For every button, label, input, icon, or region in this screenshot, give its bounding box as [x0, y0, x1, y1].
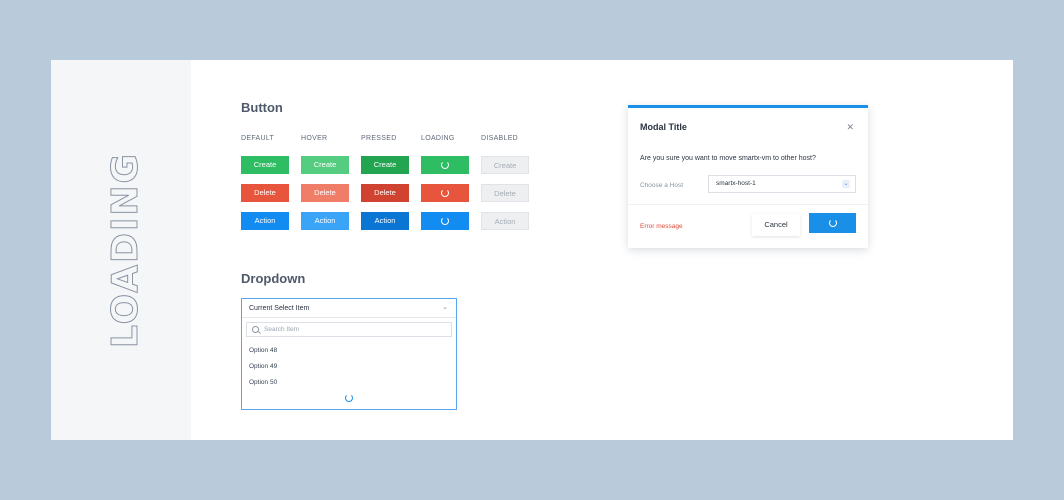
sidebar: LOADING [51, 60, 191, 440]
chevron-down-icon: ⌄ [842, 180, 850, 188]
dropdown-section-title: Dropdown [241, 271, 306, 286]
close-icon[interactable]: ✕ [846, 122, 854, 133]
dropdown-trigger[interactable]: Current Select Item ⌄ [242, 299, 456, 318]
modal-question: Are you sure you want to move smartx-vm … [640, 155, 816, 162]
col-head-pressed: PRESSED [361, 135, 397, 142]
create-button-loading[interactable] [421, 156, 469, 174]
search-icon [252, 326, 259, 333]
create-button-disabled: Create [481, 156, 529, 174]
col-head-hover: HOVER [301, 135, 328, 142]
search-placeholder: Search Item [264, 326, 300, 333]
spinner-icon [441, 217, 449, 226]
col-head-disabled: DISABLED [481, 135, 519, 142]
dropdown-option[interactable]: Option 49 [249, 363, 277, 370]
dropdown-current: Current Select Item [249, 305, 310, 312]
spinner-icon [828, 218, 837, 227]
dropdown-option[interactable]: Option 48 [249, 347, 277, 354]
host-select[interactable]: smartx-host-1 ⌄ [708, 175, 856, 193]
host-select-value: smartx-host-1 [716, 180, 756, 187]
delete-button-default[interactable]: Delete [241, 184, 289, 202]
button-section-title: Button [241, 100, 283, 115]
error-message: Error message [640, 223, 683, 230]
action-button-default[interactable]: Action [241, 212, 289, 230]
delete-button-pressed[interactable]: Delete [361, 184, 409, 202]
dropdown: Current Select Item ⌄ Search Item Option… [241, 298, 457, 410]
action-button-hover[interactable]: Action [301, 212, 349, 230]
modal-title: Modal Title [640, 122, 687, 132]
confirm-button-loading[interactable] [809, 213, 856, 233]
delete-button-loading[interactable] [421, 184, 469, 202]
delete-button-disabled: Delete [481, 184, 529, 202]
delete-button-hover[interactable]: Delete [301, 184, 349, 202]
create-button-hover[interactable]: Create [301, 156, 349, 174]
host-label: Choose a Host [640, 182, 683, 189]
vertical-label-text: LOADING [105, 152, 146, 348]
action-button-disabled: Action [481, 212, 529, 230]
col-head-loading: LOADING [421, 135, 455, 142]
action-button-pressed[interactable]: Action [361, 212, 409, 230]
loading-spinner-icon [345, 394, 353, 402]
create-button-default[interactable]: Create [241, 156, 289, 174]
content-card: LOADING Button DEFAULT HOVER PRESSED LOA… [51, 60, 1013, 440]
action-button-loading[interactable] [421, 212, 469, 230]
cancel-button[interactable]: Cancel [752, 214, 800, 236]
create-button-pressed[interactable]: Create [361, 156, 409, 174]
spinner-icon [441, 161, 449, 170]
chevron-down-icon: ⌄ [442, 304, 448, 311]
modal-dialog: Modal Title ✕ Are you sure you want to m… [628, 105, 868, 248]
modal-divider [628, 204, 868, 205]
spinner-icon [441, 189, 449, 198]
col-head-default: DEFAULT [241, 135, 275, 142]
dropdown-option[interactable]: Option 50 [249, 379, 277, 386]
search-input[interactable]: Search Item [246, 322, 452, 337]
vertical-label: LOADING [105, 151, 147, 348]
